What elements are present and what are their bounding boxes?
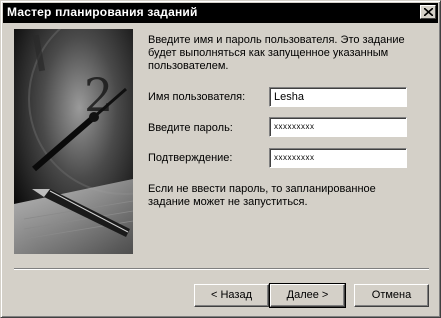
confirm-password-label: Подтверждение: [148, 152, 233, 164]
username-field[interactable]: Lesha [269, 87, 407, 107]
password-field[interactable]: xxxxxxxxx [269, 117, 407, 137]
back-button[interactable]: < Назад [194, 284, 269, 307]
password-label: Введите пароль: [148, 122, 233, 134]
warning-text: Если не ввести пароль, то запланированно… [148, 183, 376, 208]
separator [14, 268, 429, 270]
title-bar[interactable]: Мастер планирования заданий [3, 3, 438, 23]
next-button[interactable]: Далее > [269, 283, 346, 308]
username-label: Имя пользователя: [148, 91, 246, 103]
close-button[interactable] [420, 5, 436, 19]
clock-and-pen-illustration: 2 [14, 29, 133, 254]
wizard-window: Мастер планирования заданий 2 Введите им… [0, 0, 441, 318]
window-title: Мастер планирования заданий [7, 5, 198, 19]
intro-text: Введите имя и пароль пользователя. Это з… [148, 34, 405, 72]
confirm-password-field[interactable]: xxxxxxxxx [269, 148, 407, 168]
cancel-button[interactable]: Отмена [354, 284, 429, 307]
close-icon [424, 8, 433, 16]
